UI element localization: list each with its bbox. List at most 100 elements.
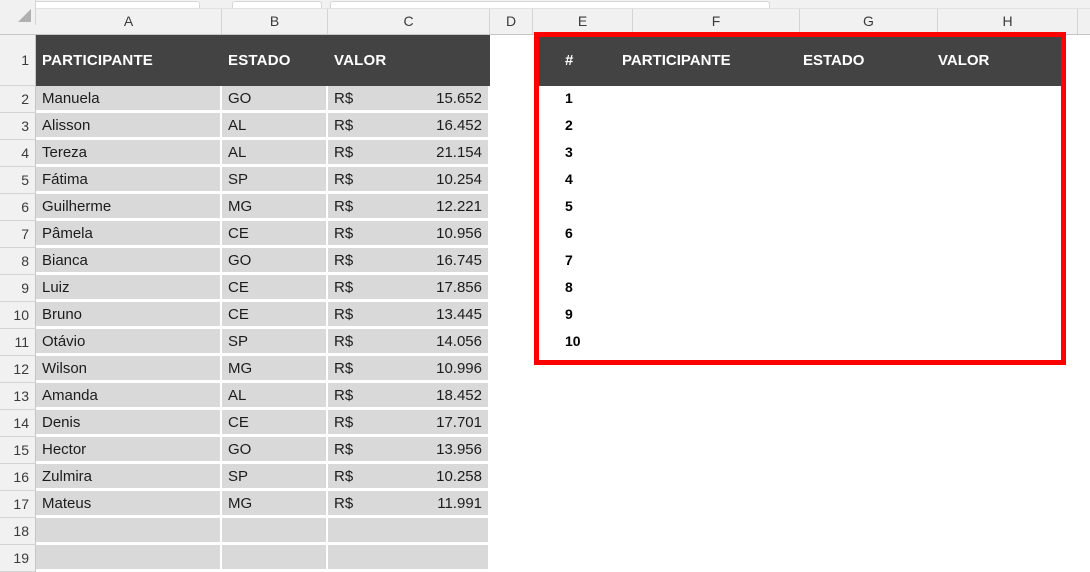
source-cell-participante[interactable]: Amanda xyxy=(36,383,220,407)
row-header-11[interactable]: 11 xyxy=(0,329,36,356)
result-cell-estado[interactable] xyxy=(803,329,928,353)
result-cell-valor[interactable] xyxy=(938,194,1063,218)
source-cell-valor[interactable]: R$ 17.701 xyxy=(328,410,488,434)
source-cell-participante[interactable] xyxy=(36,545,220,569)
source-cell-valor[interactable]: R$ 10.254 xyxy=(328,167,488,191)
result-cell-participante[interactable] xyxy=(622,329,792,353)
result-header-rank[interactable]: # xyxy=(565,35,615,86)
result-cell-estado[interactable] xyxy=(803,113,928,137)
source-cell-valor[interactable] xyxy=(328,518,488,542)
source-cell-estado[interactable]: MG xyxy=(222,194,326,218)
result-cell-rank[interactable]: 3 xyxy=(565,140,615,164)
source-cell-valor[interactable]: R$ 18.452 xyxy=(328,383,488,407)
row-header-8[interactable]: 8 xyxy=(0,248,36,275)
source-cell-valor[interactable]: R$ 16.452 xyxy=(328,113,488,137)
result-header-valor[interactable]: VALOR xyxy=(938,35,1063,86)
source-cell-estado[interactable]: AL xyxy=(222,113,326,137)
source-cell-participante[interactable]: Denis xyxy=(36,410,220,434)
result-cell-participante[interactable] xyxy=(622,140,792,164)
column-header-f[interactable]: F xyxy=(633,9,800,34)
source-cell-participante[interactable]: Alisson xyxy=(36,113,220,137)
result-cell-participante[interactable] xyxy=(622,302,792,326)
row-header-9[interactable]: 9 xyxy=(0,275,36,302)
source-cell-valor[interactable]: R$ 10.258 xyxy=(328,464,488,488)
source-cell-estado[interactable]: SP xyxy=(222,167,326,191)
result-header-participante[interactable]: PARTICIPANTE xyxy=(622,35,792,86)
source-header-participante[interactable]: PARTICIPANTE xyxy=(36,35,222,86)
result-cell-estado[interactable] xyxy=(803,140,928,164)
result-cell-rank[interactable]: 1 xyxy=(565,86,615,110)
result-cell-rank[interactable]: 5 xyxy=(565,194,615,218)
source-cell-participante[interactable] xyxy=(36,518,220,542)
source-cell-estado[interactable]: MG xyxy=(222,491,326,515)
source-cell-participante[interactable]: Zulmira xyxy=(36,464,220,488)
result-cell-participante[interactable] xyxy=(622,167,792,191)
column-header-b[interactable]: B xyxy=(222,9,328,34)
row-header-19[interactable]: 19 xyxy=(0,545,36,572)
source-cell-estado[interactable]: MG xyxy=(222,356,326,380)
result-cell-participante[interactable] xyxy=(622,86,792,110)
source-cell-participante[interactable]: Bruno xyxy=(36,302,220,326)
source-cell-estado[interactable]: AL xyxy=(222,140,326,164)
source-cell-participante[interactable]: Otávio xyxy=(36,329,220,353)
source-cell-participante[interactable]: Bianca xyxy=(36,248,220,272)
row-header-18[interactable]: 18 xyxy=(0,518,36,545)
source-cell-valor[interactable]: R$ 16.745 xyxy=(328,248,488,272)
row-header-5[interactable]: 5 xyxy=(0,167,36,194)
result-cell-valor[interactable] xyxy=(938,221,1063,245)
row-header-1[interactable]: 1 xyxy=(0,35,36,86)
result-cell-valor[interactable] xyxy=(938,248,1063,272)
result-cell-valor[interactable] xyxy=(938,329,1063,353)
source-cell-valor[interactable]: R$ 10.996 xyxy=(328,356,488,380)
source-cell-participante[interactable]: Tereza xyxy=(36,140,220,164)
row-header-6[interactable]: 6 xyxy=(0,194,36,221)
row-header-10[interactable]: 10 xyxy=(0,302,36,329)
row-header-15[interactable]: 15 xyxy=(0,437,36,464)
source-cell-estado[interactable]: SP xyxy=(222,329,326,353)
result-cell-estado[interactable] xyxy=(803,302,928,326)
source-header-valor[interactable]: VALOR xyxy=(328,35,490,86)
result-cell-estado[interactable] xyxy=(803,167,928,191)
row-header-17[interactable]: 17 xyxy=(0,491,36,518)
result-cell-rank[interactable]: 4 xyxy=(565,167,615,191)
result-header-estado[interactable]: ESTADO xyxy=(803,35,928,86)
result-cell-valor[interactable] xyxy=(938,140,1063,164)
row-header-3[interactable]: 3 xyxy=(0,113,36,140)
result-cell-participante[interactable] xyxy=(622,275,792,299)
source-cell-valor[interactable]: R$ 13.956 xyxy=(328,437,488,461)
source-cell-participante[interactable]: Guilherme xyxy=(36,194,220,218)
column-header-e[interactable]: E xyxy=(533,9,633,34)
result-cell-rank[interactable]: 8 xyxy=(565,275,615,299)
result-cell-estado[interactable] xyxy=(803,86,928,110)
result-cell-participante[interactable] xyxy=(622,248,792,272)
result-cell-rank[interactable]: 2 xyxy=(565,113,615,137)
result-cell-estado[interactable] xyxy=(803,275,928,299)
source-cell-estado[interactable]: SP xyxy=(222,464,326,488)
result-cell-participante[interactable] xyxy=(622,221,792,245)
result-cell-estado[interactable] xyxy=(803,194,928,218)
result-cell-estado[interactable] xyxy=(803,248,928,272)
result-cell-rank[interactable]: 7 xyxy=(565,248,615,272)
row-header-4[interactable]: 4 xyxy=(0,140,36,167)
source-cell-valor[interactable]: R$ 12.221 xyxy=(328,194,488,218)
source-cell-participante[interactable]: Luiz xyxy=(36,275,220,299)
source-cell-participante[interactable]: Wilson xyxy=(36,356,220,380)
result-cell-estado[interactable] xyxy=(803,221,928,245)
result-cell-rank[interactable]: 6 xyxy=(565,221,615,245)
row-header-14[interactable]: 14 xyxy=(0,410,36,437)
result-cell-valor[interactable] xyxy=(938,86,1063,110)
select-all-button[interactable] xyxy=(0,0,36,25)
column-header-g[interactable]: G xyxy=(800,9,938,34)
result-cell-participante[interactable] xyxy=(622,194,792,218)
source-cell-valor[interactable]: R$ 17.856 xyxy=(328,275,488,299)
source-cell-valor[interactable]: R$ 13.445 xyxy=(328,302,488,326)
result-cell-valor[interactable] xyxy=(938,302,1063,326)
result-cell-rank[interactable]: 9 xyxy=(565,302,615,326)
source-cell-estado[interactable]: GO xyxy=(222,248,326,272)
result-cell-participante[interactable] xyxy=(622,113,792,137)
source-cell-valor[interactable]: R$ 10.956 xyxy=(328,221,488,245)
source-cell-estado[interactable]: CE xyxy=(222,221,326,245)
source-cell-valor[interactable]: R$ 21.154 xyxy=(328,140,488,164)
source-cell-estado[interactable]: CE xyxy=(222,302,326,326)
source-cell-estado[interactable] xyxy=(222,518,326,542)
